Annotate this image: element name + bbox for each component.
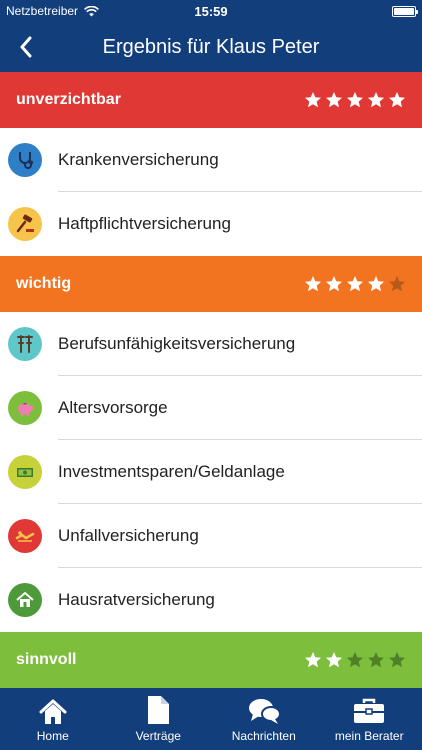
tab-nachrichten[interactable]: Nachrichten bbox=[211, 688, 317, 750]
list-item-berufsunfaehigkeitsversicherung[interactable]: Berufsunfähigkeitsversicherung bbox=[0, 312, 422, 376]
section-title: unverzichtbar bbox=[16, 91, 121, 108]
star-empty-icon bbox=[389, 652, 405, 668]
tab-label: Home bbox=[36, 729, 69, 743]
accident-icon bbox=[8, 519, 42, 553]
star-filled-icon bbox=[305, 92, 321, 108]
star-filled-icon bbox=[326, 652, 342, 668]
star-filled-icon bbox=[389, 92, 405, 108]
star-rating bbox=[304, 275, 406, 293]
status-left: Netzbetreiber bbox=[6, 4, 100, 18]
star-filled-icon bbox=[347, 276, 363, 292]
list-item-label: Altersvorsorge bbox=[58, 398, 168, 417]
battery-icon bbox=[392, 5, 418, 17]
list-item-label: Hausratversicherung bbox=[58, 590, 215, 609]
list-item-label: Haftpflichtversicherung bbox=[58, 214, 231, 233]
list-item-krankenversicherung[interactable]: Krankenversicherung bbox=[0, 128, 422, 192]
tab-bar: Home Verträge Nachrichten mein Berater bbox=[0, 688, 422, 750]
tab-mein-berater[interactable]: mein Berater bbox=[317, 688, 422, 750]
back-button[interactable] bbox=[8, 22, 44, 72]
section-header-wichtig: wichtig bbox=[0, 256, 422, 312]
crutches-icon bbox=[8, 327, 42, 361]
chat-bubbles-icon bbox=[248, 699, 281, 724]
status-right bbox=[392, 5, 418, 17]
star-rating bbox=[304, 91, 406, 109]
nav-bar: Ergebnis für Klaus Peter bbox=[0, 22, 422, 72]
home-icon bbox=[39, 699, 67, 724]
piggy-bank-icon bbox=[8, 391, 42, 425]
tab-label: Verträge bbox=[135, 729, 181, 743]
star-filled-icon bbox=[305, 276, 321, 292]
list-item-label: Unfallversicherung bbox=[58, 526, 199, 545]
star-rating bbox=[304, 651, 406, 669]
section-header-unverzichtbar: unverzichtbar bbox=[0, 72, 422, 128]
status-bar: Netzbetreiber 15:59 bbox=[0, 0, 422, 22]
house-icon bbox=[8, 583, 42, 617]
tab-label: mein Berater bbox=[334, 729, 404, 743]
section-title: wichtig bbox=[16, 275, 72, 292]
section-title: sinnvoll bbox=[16, 651, 77, 668]
tab-label: Nachrichten bbox=[231, 729, 296, 743]
result-list: unverzichtbar Krankenversicherung Haftpf… bbox=[0, 72, 422, 688]
gavel-icon bbox=[8, 207, 42, 241]
page-title: Ergebnis für Klaus Peter bbox=[102, 35, 320, 58]
star-empty-icon bbox=[389, 276, 405, 292]
star-empty-icon bbox=[368, 652, 384, 668]
document-icon bbox=[148, 696, 170, 724]
star-filled-icon bbox=[326, 276, 342, 292]
banknote-icon bbox=[8, 455, 42, 489]
list-item-investmentsparen[interactable]: Investmentsparen/Geldanlage bbox=[0, 440, 422, 504]
star-filled-icon bbox=[305, 652, 321, 668]
tab-home[interactable]: Home bbox=[0, 688, 106, 750]
chevron-left-icon bbox=[20, 36, 32, 58]
list-item-label: Krankenversicherung bbox=[58, 150, 219, 169]
star-filled-icon bbox=[368, 92, 384, 108]
wifi-icon bbox=[84, 5, 100, 16]
tab-vertraege[interactable]: Verträge bbox=[106, 688, 212, 750]
list-item-haftpflichtversicherung[interactable]: Haftpflichtversicherung bbox=[0, 192, 422, 256]
briefcase-icon bbox=[354, 698, 385, 723]
list-item-label: Investmentsparen/Geldanlage bbox=[58, 462, 285, 481]
star-filled-icon bbox=[368, 276, 384, 292]
star-filled-icon bbox=[326, 92, 342, 108]
stethoscope-icon bbox=[8, 143, 42, 177]
list-item-label: Berufsunfähigkeitsversicherung bbox=[58, 334, 296, 353]
list-item-unfallversicherung[interactable]: Unfallversicherung bbox=[0, 504, 422, 568]
star-filled-icon bbox=[347, 92, 363, 108]
list-item-hausratversicherung[interactable]: Hausratversicherung bbox=[0, 568, 422, 632]
star-empty-icon bbox=[347, 652, 363, 668]
list-item-altersvorsorge[interactable]: Altersvorsorge bbox=[0, 376, 422, 440]
carrier-name: Netzbetreiber bbox=[6, 4, 79, 18]
section-header-sinnvoll: sinnvoll bbox=[0, 632, 422, 688]
